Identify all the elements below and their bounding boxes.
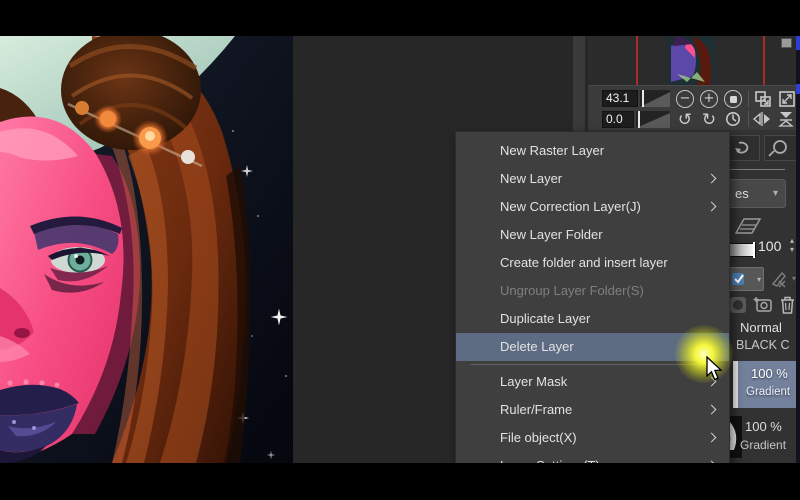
layer-opacity[interactable]: 100 % [745, 419, 782, 434]
workspace: 43.1 − + 0.0 ↺ ↻ es ▾ 100 ▴ ▾ ▾ ▾ Normal… [0, 36, 800, 463]
letterbox-top [0, 0, 800, 36]
navigator-frame-right [763, 36, 765, 85]
rotation-slider[interactable] [636, 111, 670, 128]
blend-mode-label[interactable]: Normal [740, 320, 782, 335]
rotate-left-button[interactable]: ↺ [675, 110, 695, 130]
chevron-down-icon: ▾ [772, 188, 778, 199]
new-layer-button[interactable] [753, 294, 774, 316]
tab-selection[interactable] [764, 135, 797, 161]
menu-item-create-folder-insert-layer[interactable]: Create folder and insert layer [456, 249, 729, 277]
menu-item-delete-layer[interactable]: Delete Layer [456, 333, 729, 361]
mouse-cursor [706, 356, 723, 381]
reset-rotation-button[interactable] [724, 110, 742, 128]
clipping-combo-button[interactable]: ▾ [726, 267, 764, 291]
fit-vertical-button[interactable] [778, 110, 796, 128]
menu-item-ungroup-layer-folder: Ungroup Layer Folder(S) [500, 283, 644, 298]
chevron-down-icon: ▾ [756, 275, 761, 284]
menu-item-duplicate-layer[interactable]: Duplicate Layer [456, 305, 729, 333]
menu-item-new-raster-layer[interactable]: New Raster Layer [456, 137, 729, 165]
opacity-value[interactable]: 100 [758, 238, 786, 254]
menu-item-ruler-frame[interactable]: Ruler/Frame [456, 396, 729, 424]
zoom-slider[interactable] [640, 90, 670, 107]
layer-context-menu: New Raster Layer New Layer New Correctio… [455, 131, 730, 463]
app-window: 43.1 − + 0.0 ↺ ↻ es ▾ 100 ▴ ▾ ▾ ▾ Normal… [0, 0, 800, 500]
layer-name: Gradient [746, 386, 791, 398]
zoom-value-field[interactable]: 43.1 [602, 90, 638, 107]
submenu-arrow-icon [706, 404, 717, 415]
zoom-out-button[interactable]: − [676, 90, 694, 108]
fit-to-screen-button[interactable] [778, 90, 796, 108]
layer-mask-button[interactable] [728, 294, 749, 316]
panel-window-icon[interactable] [781, 38, 792, 48]
window-edge [796, 36, 800, 463]
letterbox-bottom [0, 463, 800, 500]
menu-separator [456, 361, 729, 368]
delete-layer-trash-button[interactable] [777, 294, 798, 316]
effect-combo-button-disabled[interactable]: ▾ [768, 267, 798, 291]
menu-item-file-object[interactable]: File object(X) [456, 424, 729, 452]
layer-name-clipped[interactable]: BLACK C [736, 338, 800, 352]
menu-item-layer-mask[interactable]: Layer Mask [456, 368, 729, 396]
layer-name[interactable]: Gradient [740, 438, 798, 452]
actual-size-button[interactable] [724, 90, 742, 108]
menu-item-new-layer-folder[interactable]: New Layer Folder [456, 221, 729, 249]
submenu-arrow-icon [706, 173, 717, 184]
opacity-slider[interactable] [726, 242, 756, 258]
artwork-canvas[interactable] [0, 36, 293, 463]
menu-item-new-correction-layer[interactable]: New Correction Layer(J) [456, 193, 729, 221]
navigator-frame-left [636, 36, 638, 85]
opacity-slider-handle[interactable] [753, 242, 755, 258]
flip-horizontal-button[interactable] [752, 110, 770, 128]
layer-opacity: 100 % [751, 366, 788, 381]
menu-item-new-layer[interactable]: New Layer [456, 165, 729, 193]
dropdown-value: es [735, 186, 749, 201]
zoom-in-button[interactable]: + [700, 90, 718, 108]
menu-item-layer-settings-partial[interactable]: Layer Settings(T) [456, 452, 729, 463]
layer-row-selected[interactable]: 100 % Gradient [738, 361, 800, 408]
navigator-thumbnail[interactable] [667, 36, 715, 85]
submenu-arrow-icon [706, 432, 717, 443]
fit-to-window-button[interactable] [754, 90, 772, 108]
submenu-arrow-icon [706, 201, 717, 212]
layer-palette-tab-icon[interactable] [730, 215, 764, 239]
navigator-preview-area[interactable] [588, 36, 800, 85]
rotation-value-field[interactable]: 0.0 [602, 111, 634, 128]
tab-auto-action[interactable] [728, 135, 760, 161]
rotate-right-button[interactable]: ↻ [699, 110, 719, 130]
navigator-controls: 43.1 − + 0.0 ↺ ↻ [588, 85, 800, 130]
